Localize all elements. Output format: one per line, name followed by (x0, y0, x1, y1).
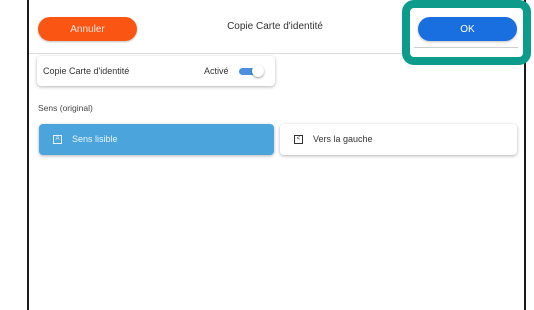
rotate-left-page-icon: < (294, 135, 303, 144)
option-to-the-left[interactable]: < Vers la gauche (280, 124, 517, 155)
portrait-page-icon: A (53, 135, 62, 144)
cancel-button[interactable]: Annuler (38, 17, 137, 41)
orientation-section-label: Sens (original) (38, 103, 93, 113)
setting-label: Copie Carte d'identité (43, 66, 130, 76)
toggle-knob (252, 65, 264, 77)
dialog-title: Copie Carte d'identité (227, 21, 323, 32)
id-card-copy-setting: Copie Carte d'identité Activé (37, 56, 275, 86)
id-card-copy-toggle[interactable] (239, 65, 265, 78)
option-label: Vers la gauche (313, 134, 373, 144)
option-label: Sens lisible (72, 134, 118, 144)
ok-button[interactable]: OK (418, 17, 517, 41)
ok-divider (414, 47, 518, 48)
option-readable-direction[interactable]: A Sens lisible (39, 124, 274, 155)
setting-state-label: Activé (204, 66, 229, 76)
